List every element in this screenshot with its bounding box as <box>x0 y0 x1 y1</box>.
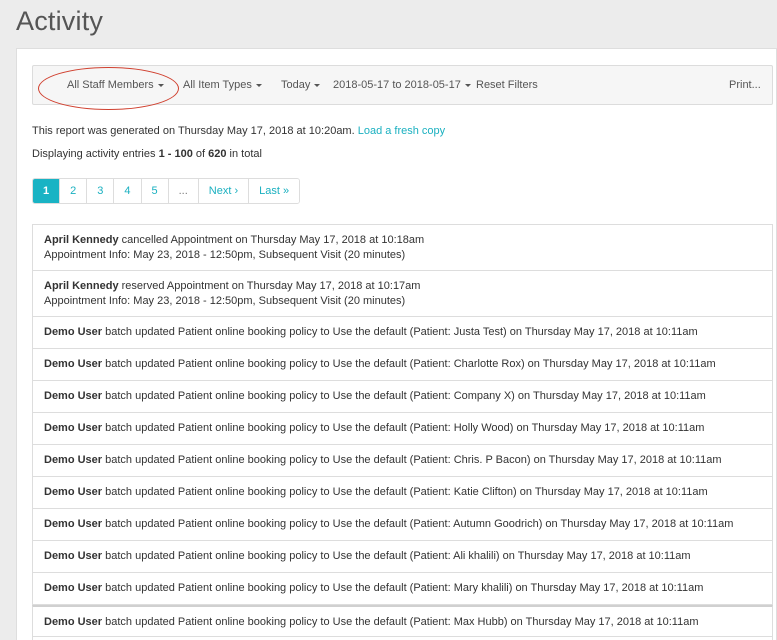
reset-filters-button[interactable]: Reset Filters <box>476 79 538 91</box>
activity-entry: Demo User batch updated Patient online b… <box>32 477 773 509</box>
entries-range: 1 - 100 <box>158 148 193 160</box>
entry-action: batch updated Patient online booking pol… <box>105 550 691 562</box>
caret-down-icon <box>157 83 164 87</box>
activity-entry: Demo User batch updated Patient online b… <box>32 381 773 413</box>
activity-panel: All Staff Members All Item Types Today 2… <box>16 48 777 640</box>
activity-entry: Demo User batch updated Patient online b… <box>32 445 773 477</box>
date-range-dropdown[interactable]: 2018-05-17 to 2018-05-17 <box>333 79 471 91</box>
entry-action: batch updated Patient online booking pol… <box>105 390 706 402</box>
displaying-entries-info: Displaying activity entries 1 - 100 of 6… <box>32 148 262 160</box>
entry-detail: Appointment Info: May 23, 2018 - 12:50pm… <box>44 249 406 261</box>
period-filter-label: Today <box>281 79 311 91</box>
activity-entry: April Kennedy cancelled Appointment on T… <box>32 225 773 271</box>
entries-total: 620 <box>208 148 227 160</box>
date-range-label: 2018-05-17 to 2018-05-17 <box>333 79 461 91</box>
entry-user: Demo User <box>44 582 103 594</box>
entry-user: Demo User <box>44 390 103 402</box>
in-total-text: in total <box>229 148 262 160</box>
entry-user: Demo User <box>44 616 103 628</box>
entry-action: batch updated Patient online booking pol… <box>105 454 722 466</box>
entry-action: batch updated Patient online booking pol… <box>105 358 716 370</box>
activity-list: April Kennedy cancelled Appointment on T… <box>32 224 773 640</box>
item-type-filter-label: All Item Types <box>183 79 252 91</box>
item-type-filter-dropdown[interactable]: All Item Types <box>183 79 262 91</box>
entry-user: Demo User <box>44 454 103 466</box>
page-5-button[interactable]: 5 <box>141 179 169 203</box>
period-filter-dropdown[interactable]: Today <box>281 79 321 91</box>
entry-action: batch updated Patient online booking pol… <box>105 326 698 338</box>
caret-down-icon <box>314 83 321 87</box>
activity-entry: Demo User batch updated Patient online b… <box>32 413 773 445</box>
report-generated-info: This report was generated on Thursday Ma… <box>32 125 445 137</box>
page-4-button[interactable]: 4 <box>114 179 142 203</box>
displaying-text: Displaying activity entries <box>32 148 156 160</box>
page-title: Activity <box>16 6 104 36</box>
pagination: 1 2 3 4 5 ... Next › Last » <box>32 178 301 204</box>
entry-action: batch updated Patient online booking pol… <box>105 422 705 434</box>
caret-down-icon <box>464 83 471 87</box>
entry-action: cancelled Appointment on Thursday May 17… <box>121 234 425 246</box>
page-1-button[interactable]: 1 <box>33 179 61 203</box>
entry-user: Demo User <box>44 550 103 562</box>
page-2-button[interactable]: 2 <box>60 179 88 203</box>
activity-entry: April Kennedy reserved Appointment on Th… <box>32 271 773 317</box>
activity-entry: Demo User batch updated Patient online b… <box>32 541 773 573</box>
entry-user: April Kennedy <box>44 234 119 246</box>
entry-action: batch updated Patient online booking pol… <box>105 486 708 498</box>
entry-user: April Kennedy <box>44 280 119 292</box>
entry-action: batch updated Patient online booking pol… <box>105 518 734 530</box>
print-button[interactable]: Print... <box>729 79 761 91</box>
activity-entry: Demo User batch updated Patient online b… <box>32 317 773 349</box>
of-text: of <box>195 148 206 160</box>
entry-detail: Appointment Info: May 23, 2018 - 12:50pm… <box>44 295 406 307</box>
activity-entry: Demo User batch updated Patient online b… <box>32 605 773 637</box>
entry-user: Demo User <box>44 486 103 498</box>
next-page-button[interactable]: Next › <box>198 179 250 203</box>
generated-text: This report was generated on Thursday Ma… <box>32 125 355 137</box>
staff-filter-dropdown[interactable]: All Staff Members <box>67 79 164 91</box>
page-3-button[interactable]: 3 <box>87 179 115 203</box>
activity-entry: Demo User batch updated Patient online b… <box>32 509 773 541</box>
caret-down-icon <box>255 83 262 87</box>
load-fresh-copy-link[interactable]: Load a fresh copy <box>358 125 445 137</box>
entry-action: reserved Appointment on Thursday May 17,… <box>121 280 421 292</box>
filter-bar: All Staff Members All Item Types Today 2… <box>32 65 773 110</box>
staff-filter-label: All Staff Members <box>67 79 154 91</box>
activity-entry: Demo User batch updated Patient online b… <box>32 573 773 605</box>
entry-user: Demo User <box>44 358 103 370</box>
activity-entry: Demo User batch updated Patient online b… <box>32 349 773 381</box>
entry-action: batch updated Patient online booking pol… <box>105 616 699 628</box>
entry-user: Demo User <box>44 326 103 338</box>
entry-user: Demo User <box>44 518 103 530</box>
entry-user: Demo User <box>44 422 103 434</box>
page-ellipsis: ... <box>168 179 199 203</box>
entry-action: batch updated Patient online booking pol… <box>105 582 704 594</box>
last-page-button[interactable]: Last » <box>249 179 300 203</box>
